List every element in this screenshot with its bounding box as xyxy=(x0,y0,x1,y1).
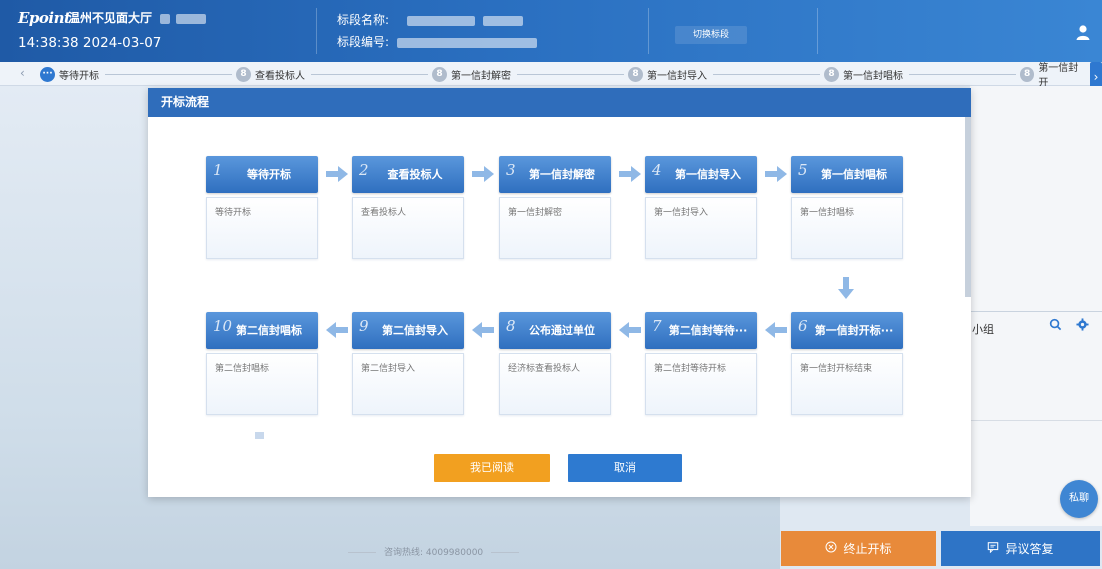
dialog-scrollbar[interactable] xyxy=(965,117,971,297)
stepbar-step-decrypt[interactable]: 8 第一信封解密 xyxy=(428,66,517,82)
step-description: 第二信封唱标 xyxy=(206,353,318,415)
step-description: 第一信封导入 xyxy=(645,197,757,259)
step-dot: 8 xyxy=(824,66,839,82)
stop-bid-button[interactable]: 终止开标 xyxy=(781,531,936,566)
redacted-text xyxy=(482,15,523,26)
objection-reply-button[interactable]: 异议答复 xyxy=(941,531,1100,566)
section-code-field: 标段编号: xyxy=(337,33,537,50)
step-dot: 8 xyxy=(236,66,251,82)
process-step-9: 9 第二信封导入 第二信封导入 xyxy=(352,312,464,415)
arrow-down-icon xyxy=(838,277,854,299)
process-step-2: 2 查看投标人 查看投标人 xyxy=(352,156,464,259)
clock: 14:38:38 2024-03-07 xyxy=(18,35,162,51)
step-bar-line xyxy=(38,74,1092,75)
more-steps-indicator xyxy=(255,432,264,439)
top-header: Epoint 温州不见面大厅 14:38:38 2024-03-07 标段名称:… xyxy=(0,0,1102,62)
step-header: 6 第一信封开标··· xyxy=(791,312,903,349)
step-header: 3 第一信封解密 xyxy=(499,156,611,193)
step-description: 等待开标 xyxy=(206,197,318,259)
arrow-left-icon xyxy=(472,322,494,338)
step-header: 2 查看投标人 xyxy=(352,156,464,193)
arrow-left-icon xyxy=(326,322,348,338)
step-header: 8 公布通过单位 xyxy=(499,312,611,349)
step-dot: 8 xyxy=(432,66,447,82)
redacted-text xyxy=(176,13,207,24)
section-name-field: 标段名称: xyxy=(337,11,523,28)
panel-tools xyxy=(1049,318,1089,335)
confirm-read-button[interactable]: 我已阅读 xyxy=(434,454,550,482)
process-step-5: 5 第一信封唱标 第一信封唱标 xyxy=(791,156,903,259)
close-circle-icon xyxy=(825,541,837,556)
process-step-3: 3 第一信封解密 第一信封解密 xyxy=(499,156,611,259)
right-side-panel xyxy=(970,86,1102,526)
message-icon xyxy=(987,541,999,556)
step-dot: 8 xyxy=(1020,66,1035,82)
process-step-8: 8 公布通过单位 经济标查看投标人 xyxy=(499,312,611,415)
dialog-title: 开标流程 xyxy=(148,88,971,117)
step-description: 查看投标人 xyxy=(352,197,464,259)
arrow-right-icon xyxy=(765,166,787,182)
arrow-right-icon xyxy=(472,166,494,182)
user-icon[interactable] xyxy=(1074,23,1092,41)
step-header: 10 第二信封唱标 xyxy=(206,312,318,349)
step-description: 第一信封唱标 xyxy=(791,197,903,259)
redacted-text xyxy=(396,37,537,48)
step-description: 第一信封解密 xyxy=(499,197,611,259)
stepbar-step-view-bidders[interactable]: 8 查看投标人 xyxy=(232,66,311,82)
stepbar-step-announce[interactable]: 8 第一信封唱标 xyxy=(820,66,909,82)
step-header: 7 第二信封等待··· xyxy=(645,312,757,349)
redacted-text xyxy=(160,13,171,24)
gear-icon[interactable] xyxy=(1076,318,1089,335)
process-step-6: 6 第一信封开标··· 第一信封开标结束 xyxy=(791,312,903,415)
progress-step-bar: ‹ ··· 等待开标 8 查看投标人 8 第一信封解密 8 第一信封导入 8 第… xyxy=(0,62,1102,92)
step-header: 9 第二信封导入 xyxy=(352,312,464,349)
arrow-right-icon xyxy=(326,166,348,182)
process-step-4: 4 第一信封导入 第一信封导入 xyxy=(645,156,757,259)
hotline-text: 咨询热线: 4009980000 xyxy=(340,545,527,558)
step-description: 第二信封导入 xyxy=(352,353,464,415)
bid-opening-process-dialog: 开标流程 1 等待开标 等待开标 2 查看投标人 查看投标人 3 第一信封解密 … xyxy=(148,88,971,497)
process-step-1: 1 等待开标 等待开标 xyxy=(206,156,318,259)
step-description: 第二信封等待开标 xyxy=(645,353,757,415)
stepbar-step-waiting[interactable]: ··· 等待开标 xyxy=(36,66,105,82)
private-chat-button[interactable]: 私聊 xyxy=(1060,480,1098,518)
process-step-10: 10 第二信封唱标 第二信封唱标 xyxy=(206,312,318,415)
header-divider xyxy=(648,8,649,54)
group-label: 小组 xyxy=(972,323,994,336)
arrow-left-icon xyxy=(619,322,641,338)
search-icon[interactable] xyxy=(1049,318,1062,335)
step-dot-active: ··· xyxy=(40,66,55,82)
arrow-left-icon xyxy=(765,322,787,338)
stepbar-step-import[interactable]: 8 第一信封导入 xyxy=(624,66,713,82)
header-divider xyxy=(316,8,317,54)
arrow-right-icon xyxy=(619,166,641,182)
panel-divider xyxy=(970,420,1102,421)
header-divider xyxy=(817,8,818,54)
switch-section-button[interactable]: 切换标段 xyxy=(675,26,747,44)
step-description: 第一信封开标结束 xyxy=(791,353,903,415)
step-dot: 8 xyxy=(628,66,643,82)
step-header: 4 第一信封导入 xyxy=(645,156,757,193)
panel-divider xyxy=(970,311,1102,312)
hall-name: 温州不见面大厅 xyxy=(68,9,207,26)
redacted-text xyxy=(406,15,475,26)
epoint-logo: Epoint xyxy=(18,9,71,27)
step-header: 1 等待开标 xyxy=(206,156,318,193)
process-step-7: 7 第二信封等待··· 第二信封等待开标 xyxy=(645,312,757,415)
step-description: 经济标查看投标人 xyxy=(499,353,611,415)
step-header: 5 第一信封唱标 xyxy=(791,156,903,193)
cancel-button[interactable]: 取消 xyxy=(568,454,682,482)
chevron-left-icon[interactable]: ‹ xyxy=(20,66,25,80)
